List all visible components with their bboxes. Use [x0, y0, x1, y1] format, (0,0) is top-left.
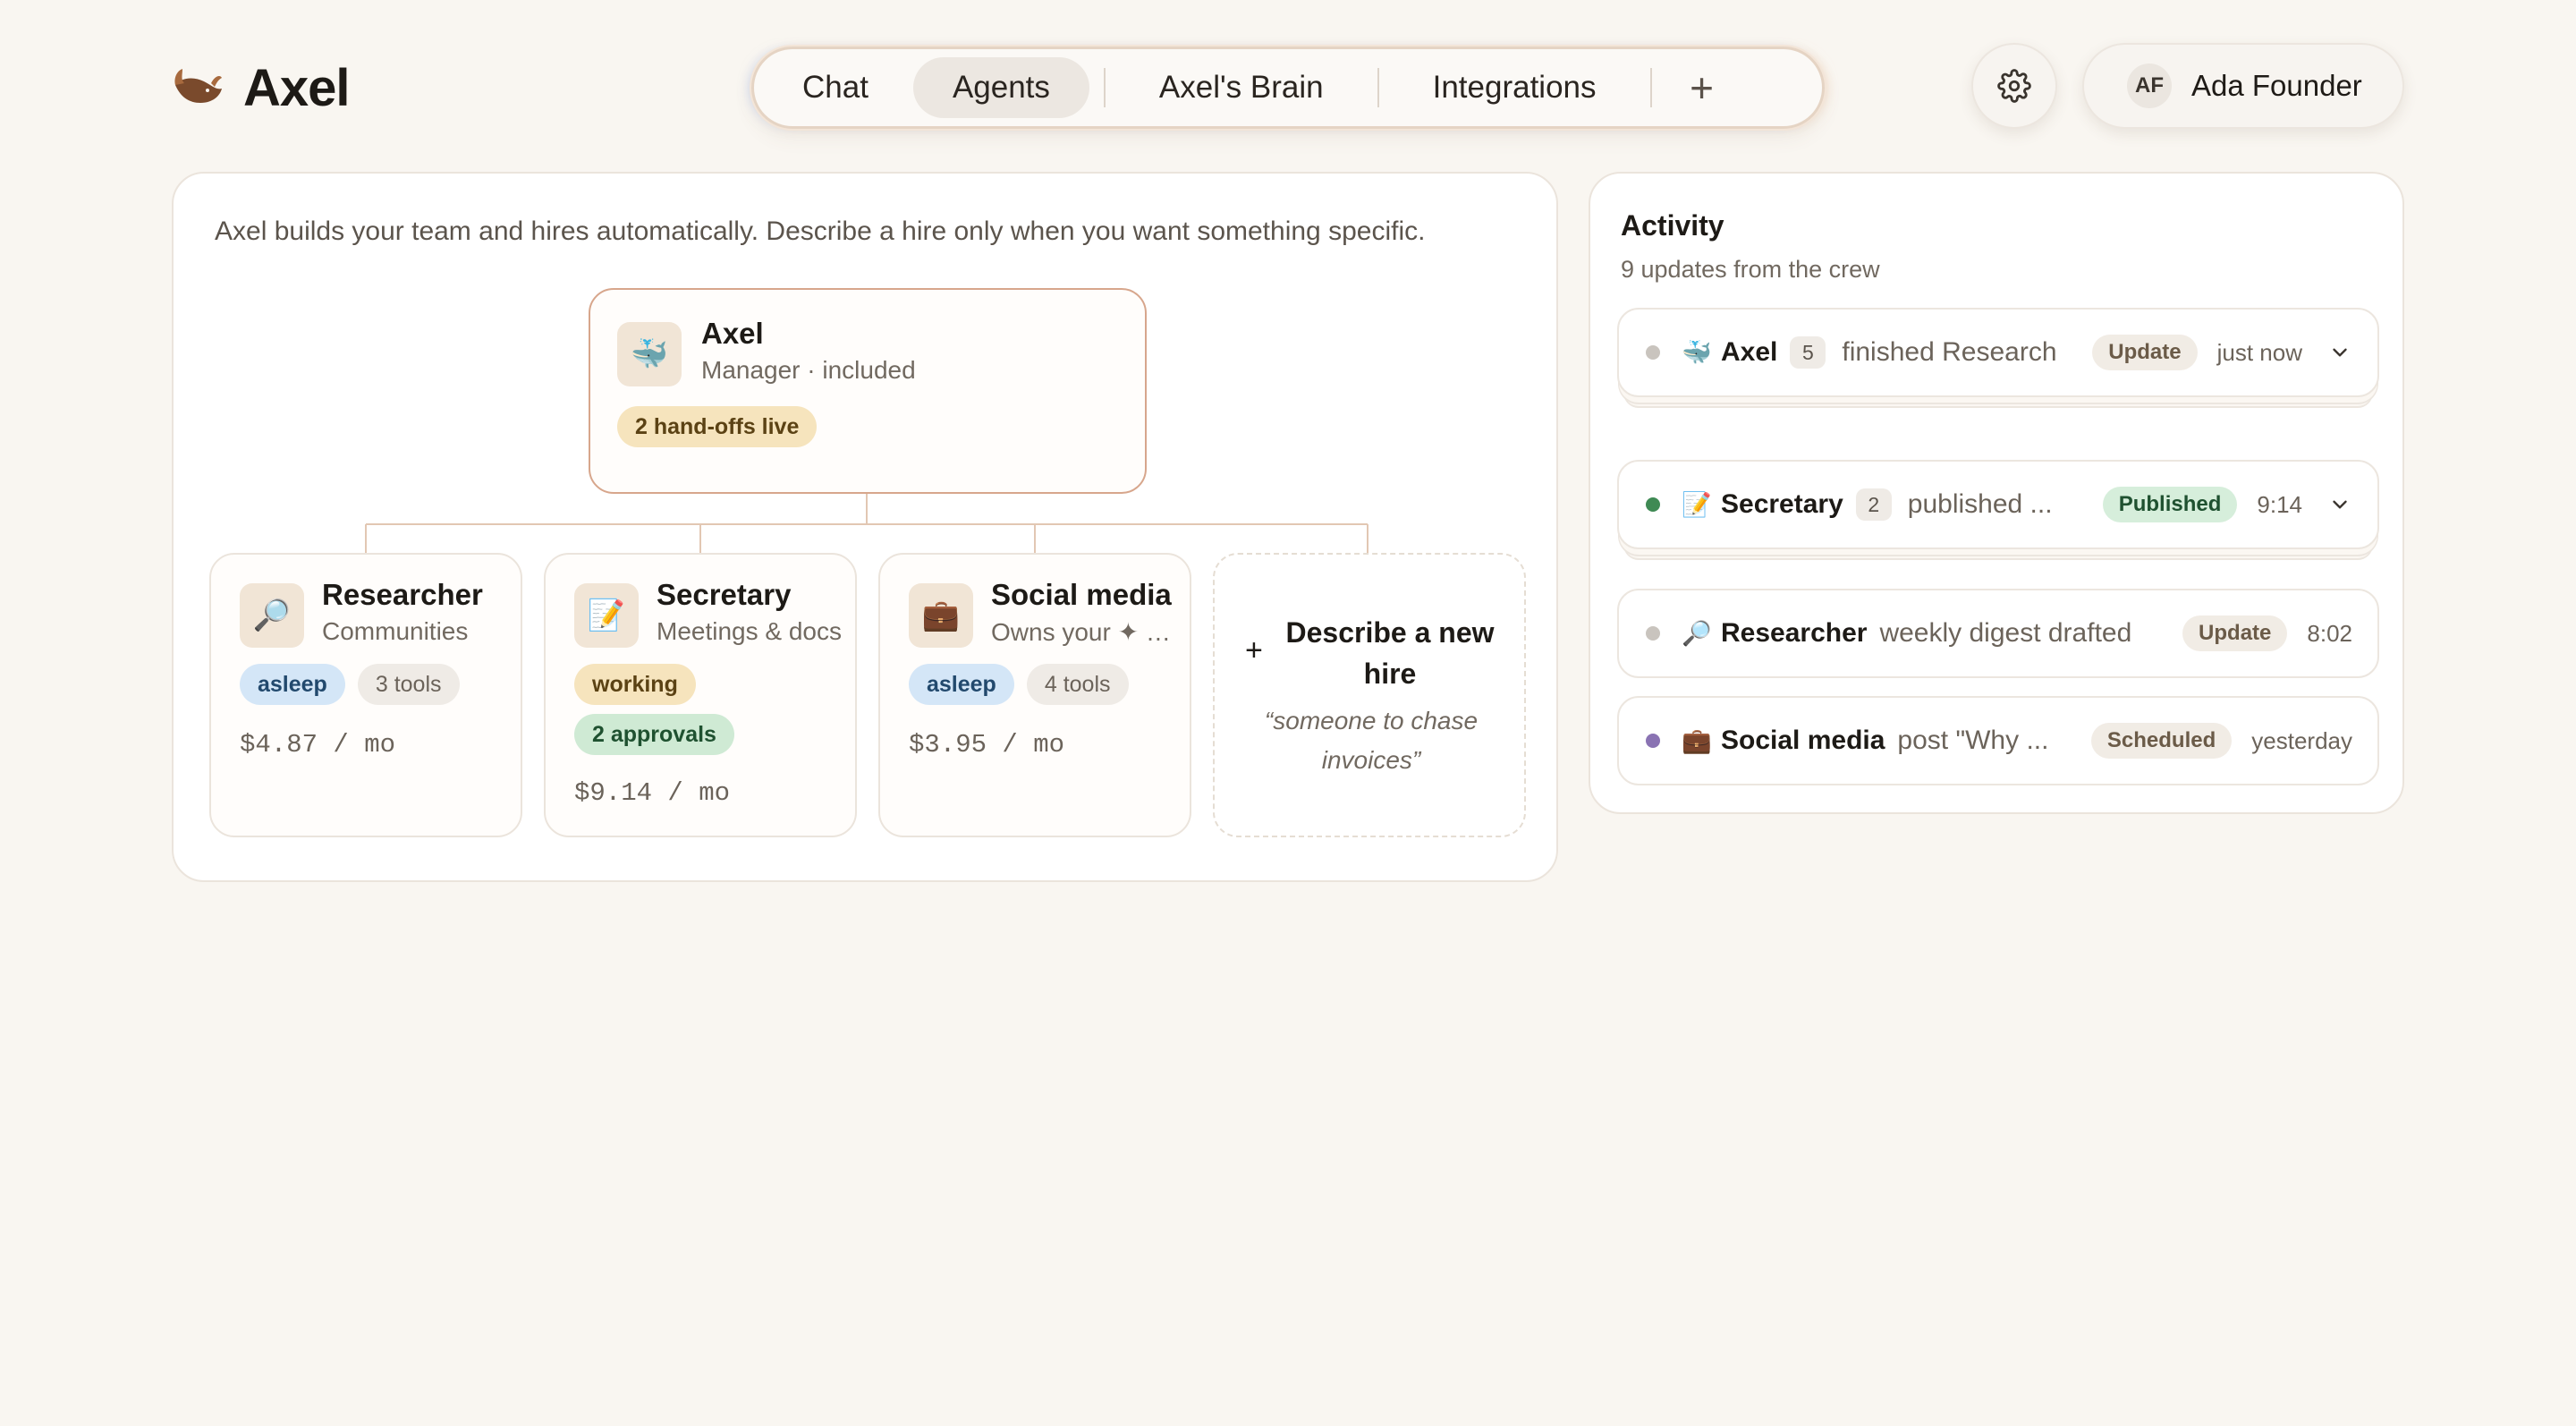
tab-chat[interactable]: Chat	[763, 57, 908, 118]
activity-text: finished Research	[1842, 337, 2057, 367]
activity-text: published ...	[1907, 489, 2053, 519]
agent-card-researcher[interactable]: 🔎 Researcher Communities asleep 3 tools …	[209, 553, 522, 837]
activity-item-axel[interactable]: 🐳 Axel 5 finished Research Update just n…	[1617, 308, 2379, 397]
brand[interactable]: Axel	[172, 55, 351, 120]
tools-badge: 4 tools	[1026, 664, 1129, 705]
activity-panel: Activity 9 updates from the crew 🐳 Axel …	[1589, 172, 2404, 814]
team-intro: Axel builds your team and hires automati…	[215, 216, 1426, 246]
whale-logo-icon	[174, 69, 222, 103]
status-badge: Published	[2102, 487, 2238, 522]
activity-agent: Social media	[1721, 726, 1885, 755]
app-name: Axel	[243, 58, 351, 117]
activity-item-secretary[interactable]: 📝 Secretary 2 published ... Published 9:…	[1617, 460, 2379, 549]
status-badge: working	[574, 664, 696, 705]
activity-agent: Secretary	[1721, 489, 1843, 519]
tab-axels-brain[interactable]: Axel's Brain	[1120, 57, 1363, 118]
agent-name: Researcher	[322, 578, 483, 611]
nav-divider	[1649, 68, 1652, 107]
memo-icon: 📝	[1682, 491, 1712, 518]
memo-icon: 📝	[574, 583, 639, 648]
status-badge: Update	[2092, 335, 2198, 370]
approvals-badge[interactable]: 2 approvals	[574, 714, 734, 755]
status-badge: Update	[2182, 615, 2288, 651]
status-dot	[1646, 345, 1660, 360]
status-dot	[1646, 626, 1660, 641]
agent-cost: $9.14 / mo	[574, 778, 731, 808]
tab-integrations[interactable]: Integrations	[1394, 57, 1636, 118]
timestamp: 9:14	[2257, 490, 2302, 518]
user-name: Ada Founder	[2191, 69, 2362, 102]
activity-subtitle: 9 updates from the crew	[1621, 256, 1880, 283]
new-hire-title: Describe a new hire	[1285, 616, 1495, 690]
handoffs-badge: 2 hand-offs live	[617, 406, 818, 447]
status-badge: asleep	[909, 664, 1014, 705]
agent-name: Secretary	[657, 578, 792, 611]
new-hire-example: “someone to chase invoices”	[1264, 707, 1479, 774]
agent-name: Social media	[991, 578, 1172, 611]
nav-divider	[1377, 68, 1379, 107]
agent-subtitle: Owns your ✦ brand	[991, 618, 1177, 646]
agent-subtitle: Meetings & docs	[657, 617, 842, 645]
magnifier-icon: 🔎	[240, 583, 304, 648]
status-badge: asleep	[240, 664, 345, 705]
status-dot	[1646, 734, 1660, 748]
activity-item-researcher[interactable]: 🔎 Researcher weekly digest drafted Updat…	[1617, 589, 2379, 678]
timestamp: 8:02	[2307, 619, 2352, 647]
gear-icon	[1997, 69, 2031, 103]
briefcase-icon: 💼	[909, 583, 973, 648]
activity-item-social-media[interactable]: 💼 Social media post "Why ... Scheduled y…	[1617, 696, 2379, 785]
team-panel: Axel builds your team and hires automati…	[172, 172, 1558, 882]
nav-divider	[1103, 68, 1106, 107]
timestamp: yesterday	[2251, 726, 2352, 754]
status-dot	[1646, 497, 1660, 512]
whale-icon: 🐳	[617, 322, 682, 386]
agent-subtitle: Communities	[322, 617, 469, 645]
settings-button[interactable]	[1971, 43, 2057, 129]
manager-name: Axel	[701, 317, 764, 350]
describe-new-hire-button[interactable]: + Describe a new hire “someone to chase …	[1213, 553, 1526, 837]
activity-agent: Axel	[1721, 337, 1778, 367]
status-badge: Scheduled	[2090, 723, 2233, 759]
agent-card-social-media[interactable]: 💼 Social media Owns your ✦ brand asleep …	[878, 553, 1191, 837]
activity-title: Activity	[1621, 209, 1724, 242]
update-count-badge: 5	[1790, 336, 1826, 369]
activity-agent: Researcher	[1721, 618, 1868, 648]
plus-icon: +	[1245, 633, 1263, 667]
avatar: AF	[2127, 64, 2172, 108]
timestamp: just now	[2216, 338, 2302, 366]
add-tab-button[interactable]: +	[1666, 57, 1738, 118]
magnifier-icon: 🔎	[1682, 620, 1712, 647]
main-nav: Chat Agents Axel's Brain Integrations +	[751, 47, 1825, 129]
chevron-down-icon[interactable]	[2327, 340, 2352, 365]
agent-cost: $3.95 / mo	[909, 730, 1065, 760]
tools-badge: 3 tools	[357, 664, 460, 705]
agent-card-secretary[interactable]: 📝 Secretary Meetings & docs working 2 ap…	[544, 553, 857, 837]
user-menu-button[interactable]: AF Ada Founder	[2082, 43, 2404, 129]
manager-card-axel[interactable]: 🐳 Axel Manager · included 2 hand-offs li…	[589, 288, 1147, 494]
activity-text: post "Why ...	[1897, 726, 2049, 755]
whale-icon: 🐳	[1682, 339, 1712, 366]
briefcase-icon: 💼	[1682, 727, 1712, 754]
tab-agents[interactable]: Agents	[912, 57, 1089, 118]
activity-text: weekly digest drafted	[1879, 618, 2132, 648]
agent-cost: $4.87 / mo	[240, 730, 396, 760]
manager-subtitle: Manager · included	[701, 356, 916, 384]
update-count-badge: 2	[1855, 488, 1892, 521]
chevron-down-icon[interactable]	[2327, 492, 2352, 517]
